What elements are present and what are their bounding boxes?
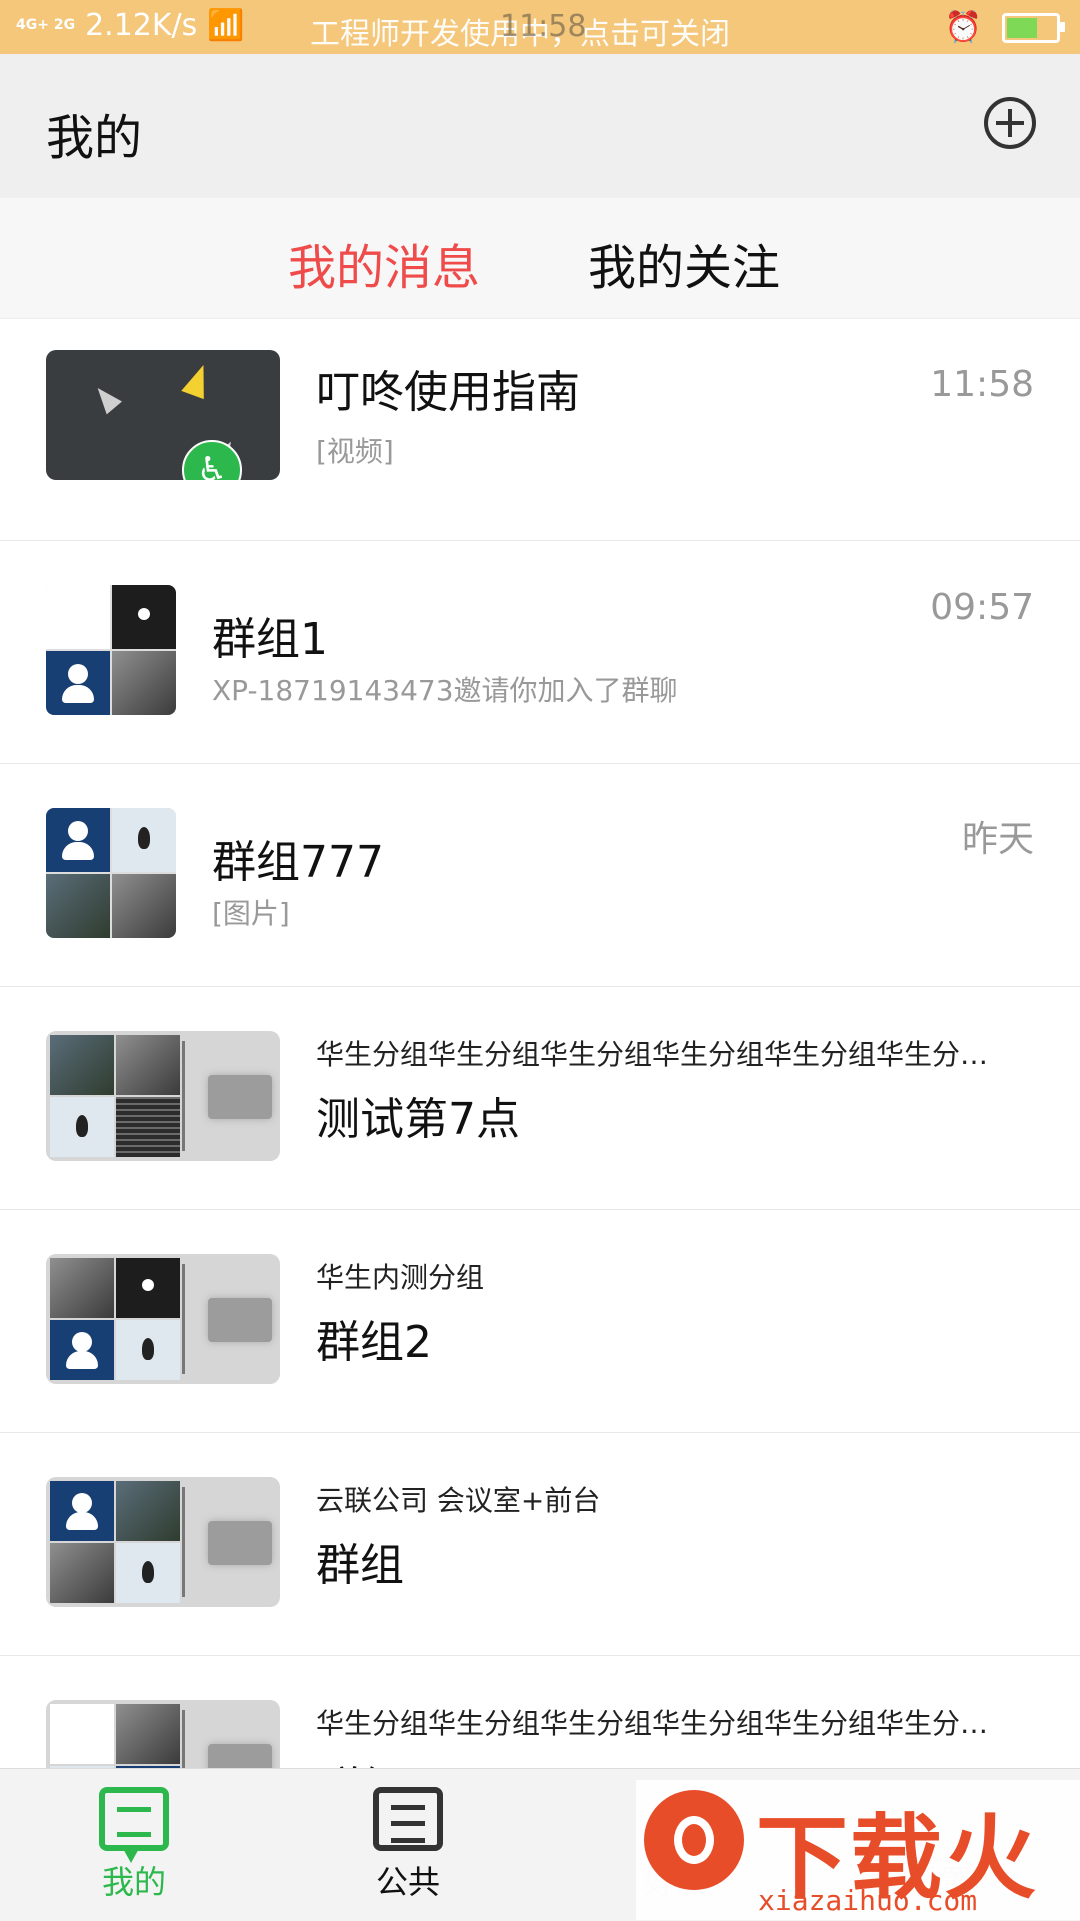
list-item[interactable]: 群组1 XP-18719143473邀请你加入了群聊 09:57 (0, 541, 1080, 764)
list-item[interactable]: 华生分组华生分组华生分组华生分组华生分组华生分… 群组1 (0, 1656, 1080, 1772)
screen-icon (208, 1521, 272, 1565)
conversation-time: 09:57 (930, 587, 1034, 628)
list-icon (373, 1787, 443, 1851)
status-bar: 4G+ 2G 2.12K/s 📶 工程师开发使用中，点击可关闭 11:58 ⏰ (0, 0, 1080, 54)
add-button[interactable] (984, 97, 1036, 149)
message-icon (99, 1787, 169, 1863)
watermark-overlay: 下载火 xiazaihuo.com (636, 1780, 1080, 1920)
network-indicator: 4G+ 2G (16, 17, 76, 33)
conversation-group-label: 华生分组华生分组华生分组华生分组华生分组华生分… (316, 1038, 989, 1071)
list-item[interactable]: 群组777 [图片] 昨天 (0, 764, 1080, 987)
conversation-title: 群组2 (316, 1317, 432, 1368)
nav-public[interactable]: 公共 (328, 1787, 488, 1903)
conversation-subtitle: XP-18719143473邀请你加入了群聊 (212, 674, 678, 707)
watermark-url: xiazaihuo.com (758, 1884, 978, 1917)
conversation-group-label: 华生内测分组 (316, 1261, 485, 1294)
group-avatar (46, 585, 176, 715)
nav-label: 我的 (101, 1863, 166, 1901)
list-item[interactable]: 华生内测分组 群组2 (0, 1210, 1080, 1433)
conversation-time: 昨天 (961, 819, 1034, 860)
wifi-icon: 📶 (207, 8, 245, 43)
list-item[interactable]: 云联公司 会议室+前台 群组 (0, 1433, 1080, 1656)
conversation-title: 叮咚使用指南 (316, 367, 580, 418)
conversation-subtitle: [图片] (212, 897, 290, 930)
tab-my-messages[interactable]: 我的消息 (288, 228, 480, 298)
alarm-icon: ⏰ (944, 10, 982, 45)
brand-logo-icon (644, 1790, 744, 1890)
video-thumbnail: ♿ (46, 350, 280, 480)
app-header: 我的 (0, 54, 1080, 198)
conversation-group-label: 云联公司 会议室+前台 (316, 1484, 601, 1517)
conversation-subtitle: [视频] (316, 435, 394, 468)
group-avatar (46, 1031, 280, 1161)
conversation-list: ♿ 叮咚使用指南 [视频] 11:58 群组1 XP-18719143473邀请… (0, 318, 1080, 1772)
nav-mine[interactable]: 我的 (54, 1787, 214, 1903)
conversation-group-label: 华生分组华生分组华生分组华生分组华生分组华生分… (316, 1707, 989, 1740)
conversation-title: 群组 (316, 1540, 404, 1591)
group-avatar (46, 808, 176, 938)
group-avatar (46, 1700, 280, 1772)
status-left: 4G+ 2G 2.12K/s 📶 (16, 8, 245, 43)
tab-bar: 我的消息 我的关注 (0, 198, 1080, 319)
conversation-time: 11:58 (930, 364, 1034, 405)
tab-my-follows[interactable]: 我的关注 (588, 228, 780, 298)
status-time: 11:58 (500, 9, 587, 44)
battery-icon (1002, 12, 1065, 43)
list-item[interactable]: ♿ 叮咚使用指南 [视频] 11:58 (0, 318, 1080, 541)
page-title: 我的 (46, 110, 143, 166)
screen-icon (208, 1075, 272, 1119)
nav-label: 公共 (375, 1863, 440, 1901)
conversation-title: 测试第7点 (316, 1094, 520, 1145)
conversation-title: 群组1 (212, 614, 328, 665)
conversation-title: 群组777 (212, 837, 384, 888)
screen-icon (208, 1298, 272, 1342)
group-avatar (46, 1477, 280, 1607)
status-right: ⏰ (944, 10, 1065, 45)
group-avatar (46, 1254, 280, 1384)
network-speed: 2.12K/s (85, 8, 198, 43)
list-item[interactable]: 华生分组华生分组华生分组华生分组华生分组华生分… 测试第7点 (0, 987, 1080, 1210)
